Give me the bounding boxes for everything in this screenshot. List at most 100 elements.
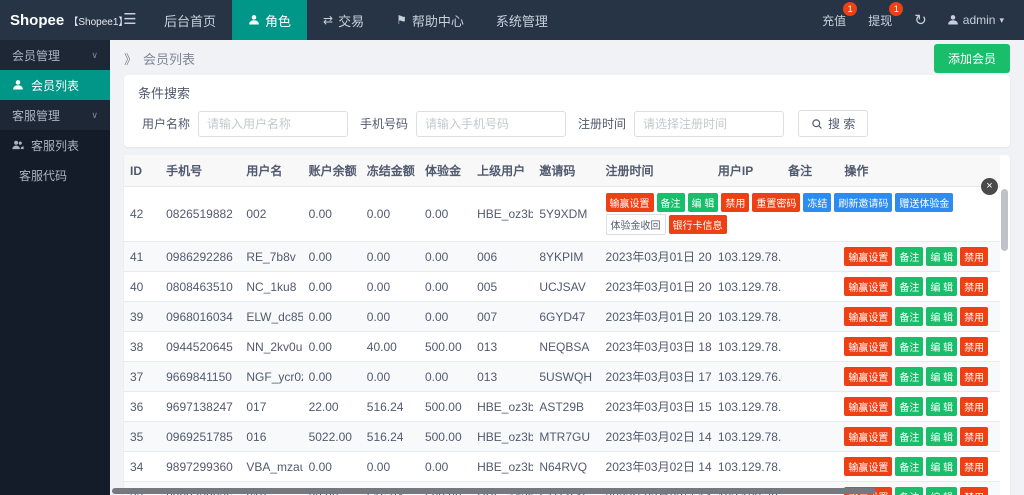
cell-phone: 9897299360 (160, 451, 241, 482)
cell-phone: 0944520645 (160, 331, 241, 362)
cell-reg_time: 2023年03月02日 14:50:09 (599, 421, 712, 452)
disable-button[interactable]: 禁用 (960, 397, 989, 416)
recharge-label: 充值 (822, 13, 847, 28)
sidebar-item-service-list[interactable]: 客服列表 (0, 130, 110, 160)
search-input-username[interactable] (198, 110, 349, 137)
table-row: 40 0808463510 NC_1ku8 0.00 0.00 0.00 005 UCJSAV… (124, 271, 1000, 302)
admin-menu[interactable]: admin ▾ (939, 13, 1012, 27)
disable-button[interactable]: 禁用 (721, 193, 750, 212)
vertical-scrollbar[interactable] (1001, 189, 1008, 251)
refresh-invite-code-button[interactable]: 刷新邀请码 (834, 193, 893, 212)
nav-item-system[interactable]: 系统管理 (480, 0, 564, 40)
win-loss-settings-button[interactable]: 输赢设置 (844, 397, 893, 416)
disable-button[interactable]: 禁用 (960, 457, 989, 476)
search-button[interactable]: 搜 索 (798, 110, 869, 137)
cell-username: VBA_mzauo (240, 451, 303, 482)
withdraw-button[interactable]: 提现 1 (858, 1, 904, 29)
disable-button[interactable]: 禁用 (960, 337, 989, 356)
cell-username: 017 (240, 391, 303, 422)
bank-card-info-button[interactable]: 银行卡信息 (668, 215, 727, 234)
edit-button[interactable]: 编 辑 (926, 427, 958, 446)
remark-button[interactable]: 备注 (895, 427, 924, 446)
add-member-button[interactable]: 添加会员 (933, 44, 1010, 73)
cell-remark (782, 271, 839, 302)
edit-button[interactable]: 编 辑 (926, 487, 958, 495)
win-loss-settings-button[interactable]: 输赢设置 (844, 457, 893, 476)
edit-button[interactable]: 编 辑 (926, 247, 958, 266)
breadcrumb-current: 会员列表 (143, 52, 196, 67)
win-loss-settings-button[interactable]: 输赢设置 (844, 307, 893, 326)
sidebar-item-member-list[interactable]: 会员列表 (0, 70, 110, 100)
search-input-reg-time[interactable] (634, 110, 785, 137)
win-loss-settings-button[interactable]: 输赢设置 (844, 367, 893, 386)
nav-item-label: 交易 (338, 13, 365, 29)
gift-trial-money-button[interactable]: 赠送体验金 (895, 193, 954, 212)
search-icon (811, 118, 823, 130)
remark-button[interactable]: 备注 (895, 307, 924, 326)
search-input-phone[interactable] (416, 110, 567, 137)
close-icon[interactable]: × (981, 178, 998, 195)
edit-button[interactable]: 编 辑 (926, 367, 958, 386)
cell-phone: 0969251785 (160, 421, 241, 452)
win-loss-settings-button[interactable]: 输赢设置 (844, 247, 893, 266)
disable-button[interactable]: 禁用 (960, 307, 989, 326)
recharge-button[interactable]: 充值 1 (812, 1, 858, 29)
win-loss-settings-button[interactable]: 输赢设置 (844, 427, 893, 446)
remark-button[interactable]: 备注 (895, 367, 924, 386)
nav-item-role[interactable]: 角色 (232, 0, 308, 40)
hamburger-icon[interactable]: ☰ (112, 0, 148, 40)
cell-parent: 013 (471, 331, 534, 362)
cell-frozen: 0.00 (360, 361, 419, 392)
disable-button[interactable]: 禁用 (960, 247, 989, 266)
sidebar-item-service-code[interactable]: 客服代码 (0, 160, 110, 190)
remark-button[interactable]: 备注 (895, 487, 924, 495)
row-actions: 输赢设置备注编 辑禁用 (838, 271, 1000, 302)
disable-button[interactable]: 禁用 (960, 277, 989, 296)
win-loss-settings-button[interactable]: 输赢设置 (605, 193, 654, 212)
main-content: 》 会员列表 添加会员 条件搜索 用户名称手机号码注册时间搜 索 ID手机号用户… (110, 40, 1024, 495)
cell-ip: 103.129.78.170 (711, 301, 783, 332)
disable-button[interactable]: 禁用 (960, 427, 989, 446)
cell-username: NGF_ycr0z (240, 361, 303, 392)
breadcrumb: 》 会员列表 (124, 49, 195, 68)
edit-button[interactable]: 编 辑 (926, 337, 958, 356)
nav-item-help[interactable]: ⚑ 帮助中心 (380, 0, 480, 40)
disable-button[interactable]: 禁用 (960, 487, 989, 495)
reclaim-trial-money-button[interactable]: 体验金收回 (605, 214, 666, 235)
sidebar-group-member-management[interactable]: 会员管理 ∨ (0, 40, 110, 70)
refresh-icon[interactable]: ↻ (904, 11, 937, 29)
remark-button[interactable]: 备注 (656, 193, 685, 212)
nav-item-home[interactable]: 后台首页 (148, 0, 232, 40)
remark-button[interactable]: 备注 (895, 397, 924, 416)
freeze-button[interactable]: 冻结 (803, 193, 832, 212)
edit-button[interactable]: 编 辑 (926, 457, 958, 476)
cell-remark (782, 391, 839, 422)
cell-invite: NEQBSA (533, 331, 600, 362)
cell-balance: 0.00 (302, 361, 361, 392)
breadcrumb-arrow-icon: 》 (124, 52, 138, 67)
nav-item-trade[interactable]: ⇄ 交易 (307, 0, 380, 40)
cell-frozen: 0.00 (360, 451, 419, 482)
cell-balance: 0.00 (302, 271, 361, 302)
cell-phone: 0968016034 (160, 301, 241, 332)
reset-password-button[interactable]: 重置密码 (752, 193, 801, 212)
cell-remark (782, 301, 839, 332)
cell-id: 35 (124, 421, 161, 452)
sidebar-group-service-management[interactable]: 客服管理 ∨ (0, 100, 110, 130)
disable-button[interactable]: 禁用 (960, 367, 989, 386)
edit-button[interactable]: 编 辑 (926, 397, 958, 416)
topbar: Shopee 【Shopee1】 ☰ 后台首页 角色 ⇄ 交易 ⚑ 帮助中心 系统管理 充值… (0, 0, 1024, 40)
remark-button[interactable]: 备注 (895, 337, 924, 356)
row-actions: 输赢设置备注编 辑禁用 (838, 451, 1000, 482)
cell-id: 36 (124, 391, 161, 422)
horizontal-scrollbar[interactable] (112, 488, 876, 494)
edit-button[interactable]: 编 辑 (926, 307, 958, 326)
remark-button[interactable]: 备注 (895, 277, 924, 296)
win-loss-settings-button[interactable]: 输赢设置 (844, 337, 893, 356)
win-loss-settings-button[interactable]: 输赢设置 (844, 277, 893, 296)
cell-invite: 5Y9XDM (533, 186, 600, 242)
remark-button[interactable]: 备注 (895, 457, 924, 476)
edit-button[interactable]: 编 辑 (687, 193, 719, 212)
remark-button[interactable]: 备注 (895, 247, 924, 266)
edit-button[interactable]: 编 辑 (926, 277, 958, 296)
